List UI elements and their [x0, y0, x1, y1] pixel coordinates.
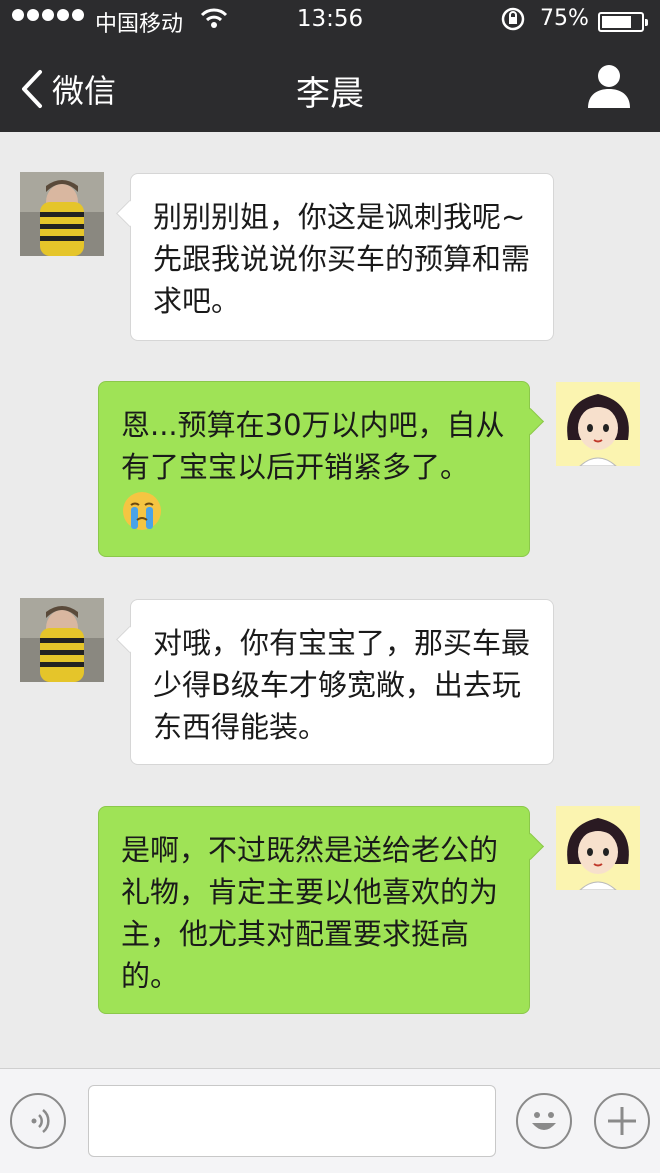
message-line: 别别别姐，你这是讽刺我呢~: [153, 200, 526, 234]
voice-icon: [31, 1109, 50, 1133]
more-button[interactable]: [594, 1093, 650, 1149]
plus-icon: [608, 1107, 636, 1135]
status-bar: 中国移动 13:56 75%: [0, 0, 660, 40]
message-line: 有了宝宝以后开销紧多了。: [121, 450, 470, 484]
message-input[interactable]: [88, 1085, 496, 1157]
avatar[interactable]: [556, 382, 640, 466]
message-bubble[interactable]: 对哦，你有宝宝了，那买车最 少得B级车才够宽敞，出去玩 东西得能装。: [130, 599, 554, 765]
message-line: 礼物，肯定主要以他喜欢的为: [121, 875, 499, 909]
message-line: 东西得能装。: [153, 710, 328, 744]
rotation-lock-icon: [501, 7, 525, 31]
emoji-button[interactable]: [516, 1093, 572, 1149]
avatar[interactable]: [556, 806, 640, 890]
avatar[interactable]: [20, 172, 104, 256]
message-line: 主，他尤其对配置要求挺高: [121, 917, 470, 951]
nav-bar: 微信 李晨: [0, 40, 660, 132]
message-line: 求吧。: [153, 284, 241, 318]
message-bubble[interactable]: 是啊，不过既然是送给老公的 礼物，肯定主要以他喜欢的为 主，他尤其对配置要求挺高…: [98, 806, 530, 1014]
input-bar: [0, 1068, 660, 1173]
smiley-icon: [532, 1112, 556, 1130]
battery-icon: [598, 12, 648, 32]
chat-title: 李晨: [296, 74, 364, 114]
battery-percent: 75%: [540, 6, 589, 31]
avatar[interactable]: [20, 598, 104, 682]
message-line: 对哦，你有宝宝了，那买车最: [153, 626, 531, 660]
header: 中国移动 13:56 75% 微信 李晨: [0, 0, 660, 132]
message-bubble[interactable]: 恩...预算在30万以内吧，自从 有了宝宝以后开销紧多了。: [98, 381, 530, 557]
person-icon[interactable]: [584, 62, 634, 110]
message-line: 的。: [121, 959, 180, 993]
message-line: 是啊，不过既然是送给老公的: [121, 833, 499, 867]
message-line: 先跟我说说你买车的预算和需: [153, 242, 531, 276]
voice-button[interactable]: [10, 1093, 66, 1149]
message-line: 少得B级车才够宽敞，出去玩: [153, 668, 521, 702]
message-line: 恩...预算在30万以内吧，自从: [121, 408, 505, 442]
crying-face-icon: [123, 492, 161, 530]
message-bubble[interactable]: 别别别姐，你这是讽刺我呢~ 先跟我说说你买车的预算和需 求吧。: [130, 173, 554, 341]
